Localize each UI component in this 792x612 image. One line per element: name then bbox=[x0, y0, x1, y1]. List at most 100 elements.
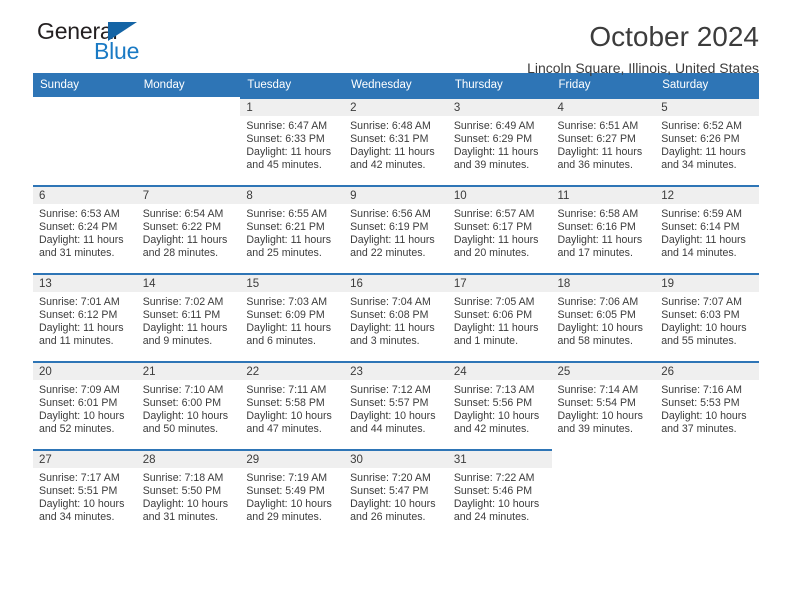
calendar-day-cell[interactable]: 10 Sunrise: 6:57 AM Sunset: 6:17 PM Dayligh… bbox=[447, 185, 552, 273]
calendar-table: Sunday Monday Tuesday Wednesday Thursday… bbox=[33, 73, 759, 537]
sunset-text: Sunset: 5:56 PM bbox=[453, 397, 533, 410]
weekday-header-thursday: Thursday bbox=[447, 73, 552, 97]
sunrise-text: Sunrise: 6:48 AM bbox=[350, 120, 431, 132]
daylight-text: Daylight: 10 hours and 34 minutes. bbox=[39, 498, 125, 524]
calendar-day-cell[interactable]: 5 Sunrise: 6:52 AM Sunset: 6:26 PM Daylight… bbox=[655, 97, 759, 185]
calendar-day-cell[interactable]: 11 Sunrise: 6:58 AM Sunset: 6:16 PM Dayligh… bbox=[551, 185, 656, 273]
calendar-day-cell[interactable]: 18 Sunrise: 7:06 AM Sunset: 6:05 PM Dayligh… bbox=[551, 273, 656, 361]
calendar-day-inner: 25 Sunrise: 7:14 AM Sunset: 5:54 PM Dayligh… bbox=[551, 361, 656, 449]
calendar-day-cell[interactable]: 31 Sunrise: 7:22 AM Sunset: 5:46 PM Dayligh… bbox=[447, 449, 552, 537]
calendar-day-number: 27 bbox=[33, 451, 137, 468]
sunset-text: Sunset: 6:16 PM bbox=[557, 221, 636, 234]
sunrise-text: Sunrise: 7:01 AM bbox=[39, 296, 120, 308]
sunset-text: Sunset: 5:57 PM bbox=[350, 397, 429, 410]
weekday-header-saturday: Saturday bbox=[655, 73, 759, 97]
sunrise-text: Sunrise: 7:16 AM bbox=[661, 384, 742, 396]
calendar-week-row: 1 Sunrise: 6:47 AM Sunset: 6:33 PM Daylight… bbox=[33, 97, 759, 185]
calendar-day-inner: 24 Sunrise: 7:13 AM Sunset: 5:56 PM Dayligh… bbox=[447, 361, 552, 449]
calendar-day-cell[interactable]: 1 Sunrise: 6:47 AM Sunset: 6:33 PM Daylight… bbox=[240, 97, 345, 185]
sunrise-text: Sunrise: 7:12 AM bbox=[350, 384, 431, 396]
calendar-day-info: Sunrise: 6:53 AM Sunset: 6:24 PM Daylight:… bbox=[33, 204, 137, 260]
calendar-day-info: Sunrise: 6:52 AM Sunset: 6:26 PM Daylight:… bbox=[655, 116, 759, 172]
calendar-day-cell[interactable]: 13 Sunrise: 7:01 AM Sunset: 6:12 PM Dayligh… bbox=[33, 273, 137, 361]
daylight-text: Daylight: 11 hours and 14 minutes. bbox=[661, 234, 746, 260]
calendar-day-number: 11 bbox=[551, 187, 656, 204]
calendar-day-cell[interactable]: 22 Sunrise: 7:11 AM Sunset: 5:58 PM Dayligh… bbox=[240, 361, 345, 449]
calendar-day-info: Sunrise: 6:56 AM Sunset: 6:19 PM Daylight:… bbox=[344, 204, 448, 260]
calendar-week-row: 27 Sunrise: 7:17 AM Sunset: 5:51 PM Dayligh… bbox=[33, 449, 759, 537]
sunset-text: Sunset: 6:22 PM bbox=[142, 221, 222, 234]
daylight-text: Daylight: 11 hours and 17 minutes. bbox=[557, 234, 643, 260]
calendar-day-cell-empty bbox=[33, 97, 137, 185]
sunrise-text: Sunrise: 7:11 AM bbox=[246, 384, 327, 396]
calendar-day-number: 15 bbox=[240, 275, 345, 292]
sunrise-text: Sunrise: 6:58 AM bbox=[557, 208, 639, 220]
sunset-text: Sunset: 6:05 PM bbox=[557, 309, 636, 322]
calendar-day-cell[interactable]: 19 Sunrise: 7:07 AM Sunset: 6:03 PM Dayligh… bbox=[655, 273, 759, 361]
general-blue-logo[interactable]: General Blue bbox=[37, 20, 187, 68]
calendar-week-row: 20 Sunrise: 7:09 AM Sunset: 6:01 PM Dayligh… bbox=[33, 361, 759, 449]
calendar-day-number: 24 bbox=[447, 363, 552, 380]
calendar-day-cell[interactable]: 25 Sunrise: 7:14 AM Sunset: 5:54 PM Dayligh… bbox=[551, 361, 656, 449]
calendar-day-cell[interactable]: 17 Sunrise: 7:05 AM Sunset: 6:06 PM Dayligh… bbox=[447, 273, 552, 361]
calendar-day-cell[interactable]: 27 Sunrise: 7:17 AM Sunset: 5:51 PM Dayligh… bbox=[33, 449, 137, 537]
calendar-day-cell[interactable]: 8 Sunrise: 6:55 AM Sunset: 6:21 PM Daylight… bbox=[240, 185, 345, 273]
calendar-day-info: Sunrise: 7:01 AM Sunset: 6:12 PM Daylight:… bbox=[33, 292, 137, 348]
calendar-day-cell[interactable]: 9 Sunrise: 6:56 AM Sunset: 6:19 PM Daylight… bbox=[344, 185, 448, 273]
calendar-day-number bbox=[655, 449, 759, 466]
daylight-text: Daylight: 10 hours and 37 minutes. bbox=[661, 410, 747, 436]
calendar-day-cell[interactable]: 3 Sunrise: 6:49 AM Sunset: 6:29 PM Daylight… bbox=[447, 97, 552, 185]
calendar-day-cell[interactable]: 4 Sunrise: 6:51 AM Sunset: 6:27 PM Daylight… bbox=[551, 97, 656, 185]
calendar-day-number: 28 bbox=[136, 451, 241, 468]
sunset-text: Sunset: 6:08 PM bbox=[350, 309, 429, 322]
calendar-day-info: Sunrise: 6:58 AM Sunset: 6:16 PM Daylight:… bbox=[552, 204, 656, 260]
calendar-day-info: Sunrise: 7:09 AM Sunset: 6:01 PM Daylight:… bbox=[33, 380, 137, 436]
calendar-day-cell[interactable]: 14 Sunrise: 7:02 AM Sunset: 6:11 PM Dayligh… bbox=[136, 273, 241, 361]
calendar-day-inner: 22 Sunrise: 7:11 AM Sunset: 5:58 PM Dayligh… bbox=[240, 361, 345, 449]
daylight-text: Daylight: 10 hours and 52 minutes. bbox=[39, 410, 125, 436]
calendar-day-cell[interactable]: 21 Sunrise: 7:10 AM Sunset: 6:00 PM Dayligh… bbox=[136, 361, 241, 449]
calendar-day-info: Sunrise: 6:48 AM Sunset: 6:31 PM Daylight:… bbox=[344, 116, 448, 172]
sunset-text: Sunset: 6:06 PM bbox=[453, 309, 533, 322]
daylight-text: Daylight: 11 hours and 9 minutes. bbox=[142, 322, 228, 348]
calendar-day-inner: 27 Sunrise: 7:17 AM Sunset: 5:51 PM Dayligh… bbox=[33, 449, 137, 537]
calendar-day-cell[interactable]: 16 Sunrise: 7:04 AM Sunset: 6:08 PM Dayligh… bbox=[344, 273, 448, 361]
calendar-day-number: 17 bbox=[447, 275, 552, 292]
sunset-text: Sunset: 6:01 PM bbox=[39, 397, 118, 410]
sunrise-text: Sunrise: 7:10 AM bbox=[142, 384, 224, 396]
sunset-text: Sunset: 6:21 PM bbox=[246, 221, 325, 234]
calendar-day-cell[interactable]: 6 Sunrise: 6:53 AM Sunset: 6:24 PM Daylight… bbox=[33, 185, 137, 273]
sunrise-text: Sunrise: 7:20 AM bbox=[350, 472, 431, 484]
calendar-day-cell[interactable]: 29 Sunrise: 7:19 AM Sunset: 5:49 PM Dayligh… bbox=[240, 449, 345, 537]
weekday-header-tuesday: Tuesday bbox=[240, 73, 345, 97]
calendar-day-inner: 14 Sunrise: 7:02 AM Sunset: 6:11 PM Dayligh… bbox=[136, 273, 241, 361]
daylight-text: Daylight: 10 hours and 42 minutes. bbox=[453, 410, 540, 436]
calendar-day-cell[interactable]: 7 Sunrise: 6:54 AM Sunset: 6:22 PM Daylight… bbox=[136, 185, 241, 273]
weekday-header-friday: Friday bbox=[551, 73, 656, 97]
calendar-day-cell[interactable]: 30 Sunrise: 7:20 AM Sunset: 5:47 PM Dayligh… bbox=[344, 449, 448, 537]
calendar-day-cell[interactable]: 23 Sunrise: 7:12 AM Sunset: 5:57 PM Dayligh… bbox=[344, 361, 448, 449]
calendar-day-inner: 15 Sunrise: 7:03 AM Sunset: 6:09 PM Dayligh… bbox=[240, 273, 345, 361]
calendar-day-info: Sunrise: 7:17 AM Sunset: 5:51 PM Daylight:… bbox=[33, 468, 137, 524]
calendar-day-inner: 28 Sunrise: 7:18 AM Sunset: 5:50 PM Dayligh… bbox=[136, 449, 241, 537]
calendar-day-info: Sunrise: 7:16 AM Sunset: 5:53 PM Daylight:… bbox=[655, 380, 759, 436]
calendar-day-inner: 2 Sunrise: 6:48 AM Sunset: 6:31 PM Daylight… bbox=[344, 97, 448, 185]
calendar-day-number: 21 bbox=[136, 363, 241, 380]
calendar-day-cell[interactable]: 2 Sunrise: 6:48 AM Sunset: 6:31 PM Daylight… bbox=[344, 97, 448, 185]
sunrise-text: Sunrise: 7:09 AM bbox=[39, 384, 120, 396]
calendar-day-number: 30 bbox=[344, 451, 448, 468]
calendar-day-cell[interactable]: 26 Sunrise: 7:16 AM Sunset: 5:53 PM Dayligh… bbox=[655, 361, 759, 449]
calendar-day-info: Sunrise: 6:54 AM Sunset: 6:22 PM Daylight:… bbox=[137, 204, 241, 260]
calendar-day-cell[interactable]: 15 Sunrise: 7:03 AM Sunset: 6:09 PM Dayligh… bbox=[240, 273, 345, 361]
calendar-day-cell[interactable]: 24 Sunrise: 7:13 AM Sunset: 5:56 PM Dayligh… bbox=[447, 361, 552, 449]
calendar-day-inner: 9 Sunrise: 6:56 AM Sunset: 6:19 PM Daylight… bbox=[344, 185, 448, 273]
calendar-day-cell[interactable]: 12 Sunrise: 6:59 AM Sunset: 6:14 PM Dayligh… bbox=[655, 185, 759, 273]
calendar-day-cell[interactable]: 20 Sunrise: 7:09 AM Sunset: 6:01 PM Dayligh… bbox=[33, 361, 137, 449]
sunset-text: Sunset: 5:46 PM bbox=[453, 485, 533, 498]
daylight-text: Daylight: 11 hours and 22 minutes. bbox=[350, 234, 435, 260]
calendar-day-info: Sunrise: 7:14 AM Sunset: 5:54 PM Daylight:… bbox=[552, 380, 656, 436]
weekday-header-row: Sunday Monday Tuesday Wednesday Thursday… bbox=[33, 73, 759, 97]
calendar-day-inner: 19 Sunrise: 7:07 AM Sunset: 6:03 PM Dayligh… bbox=[655, 273, 759, 361]
sunrise-text: Sunrise: 6:54 AM bbox=[142, 208, 224, 220]
calendar-day-cell[interactable]: 28 Sunrise: 7:18 AM Sunset: 5:50 PM Dayligh… bbox=[136, 449, 241, 537]
